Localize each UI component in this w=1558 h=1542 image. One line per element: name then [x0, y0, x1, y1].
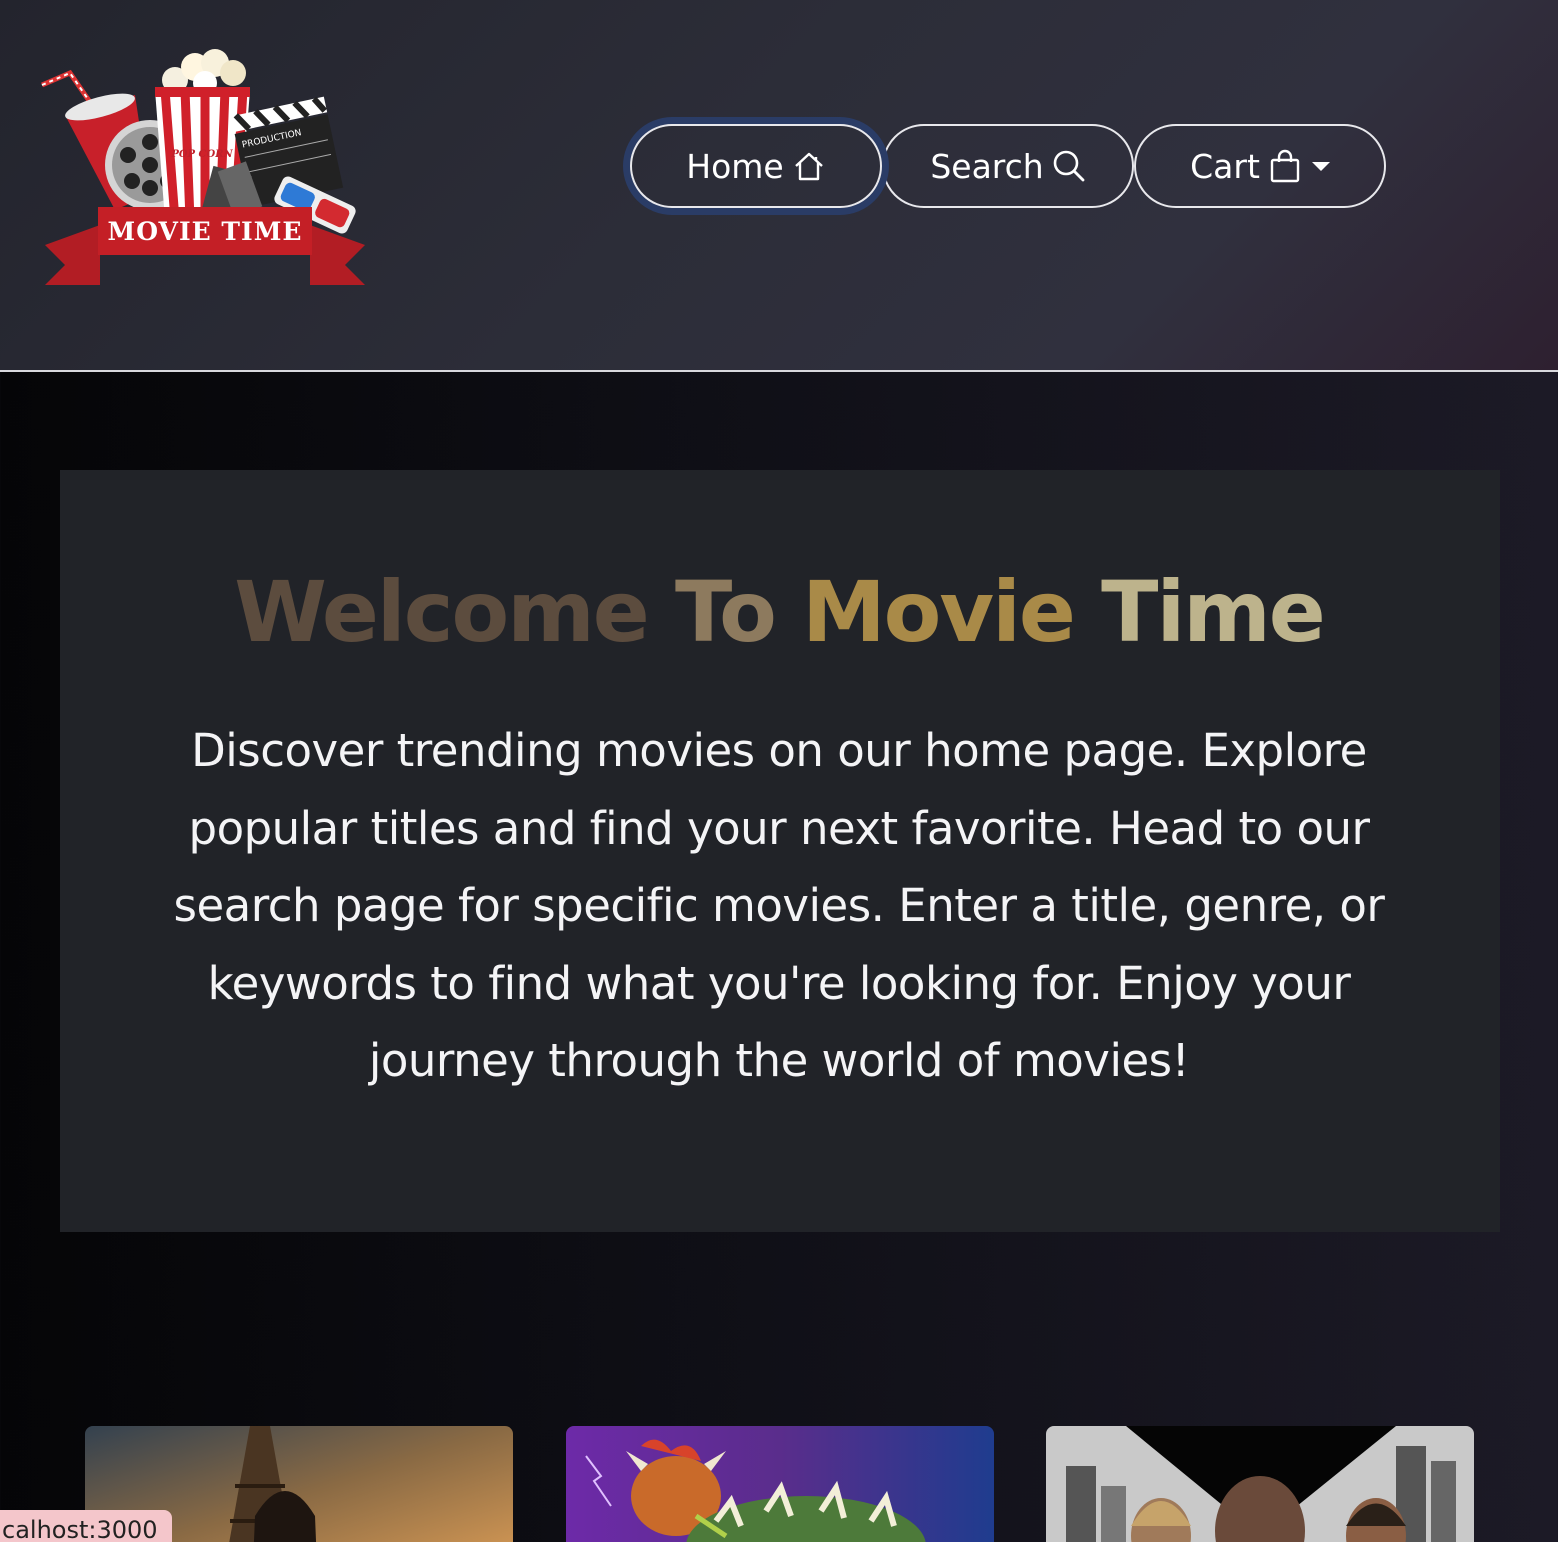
- nav-search-button[interactable]: Search: [882, 124, 1134, 208]
- svg-text:POP CORN: POP CORN: [170, 149, 233, 160]
- title-word-movie: Movie: [802, 563, 1076, 661]
- title-word-time: Time: [1101, 563, 1326, 661]
- search-icon: [1053, 150, 1085, 182]
- welcome-description: Discover trending movies on our home pag…: [173, 724, 1385, 1087]
- nav-search-label: Search: [930, 146, 1044, 186]
- mario-bowser-poster: [566, 1426, 994, 1542]
- movie-card-mario[interactable]: [566, 1426, 994, 1542]
- nav-home-button[interactable]: Home: [630, 124, 882, 208]
- chevron-down-icon: [1311, 161, 1330, 171]
- logo-graphic: POP CORN PRODUCTION MOVIE TIME: [41, 49, 365, 285]
- logo-text: MOVIE TIME: [108, 217, 303, 246]
- movie-time-logo[interactable]: POP CORN PRODUCTION MOVIE TIME: [40, 45, 370, 290]
- title-word-welcome: Welcome: [234, 563, 649, 661]
- main-nav: Home Search Cart: [630, 124, 1386, 208]
- nav-cart-label: Cart: [1190, 146, 1260, 186]
- movie-card-fast-x[interactable]: [1046, 1426, 1474, 1542]
- title-word-to: To: [674, 563, 777, 661]
- fast-x-poster: [1046, 1426, 1474, 1542]
- site-header: POP CORN PRODUCTION MOVIE TIME Home Sear…: [0, 0, 1558, 372]
- nav-home-label: Home: [686, 146, 784, 186]
- nav-cart-dropdown[interactable]: Cart: [1134, 124, 1386, 208]
- status-bar-url: calhost:3000: [0, 1510, 172, 1542]
- shopping-bag-icon: [1270, 149, 1300, 183]
- page-title: Welcome To Movie Time: [0, 570, 1558, 654]
- home-icon: [794, 152, 823, 181]
